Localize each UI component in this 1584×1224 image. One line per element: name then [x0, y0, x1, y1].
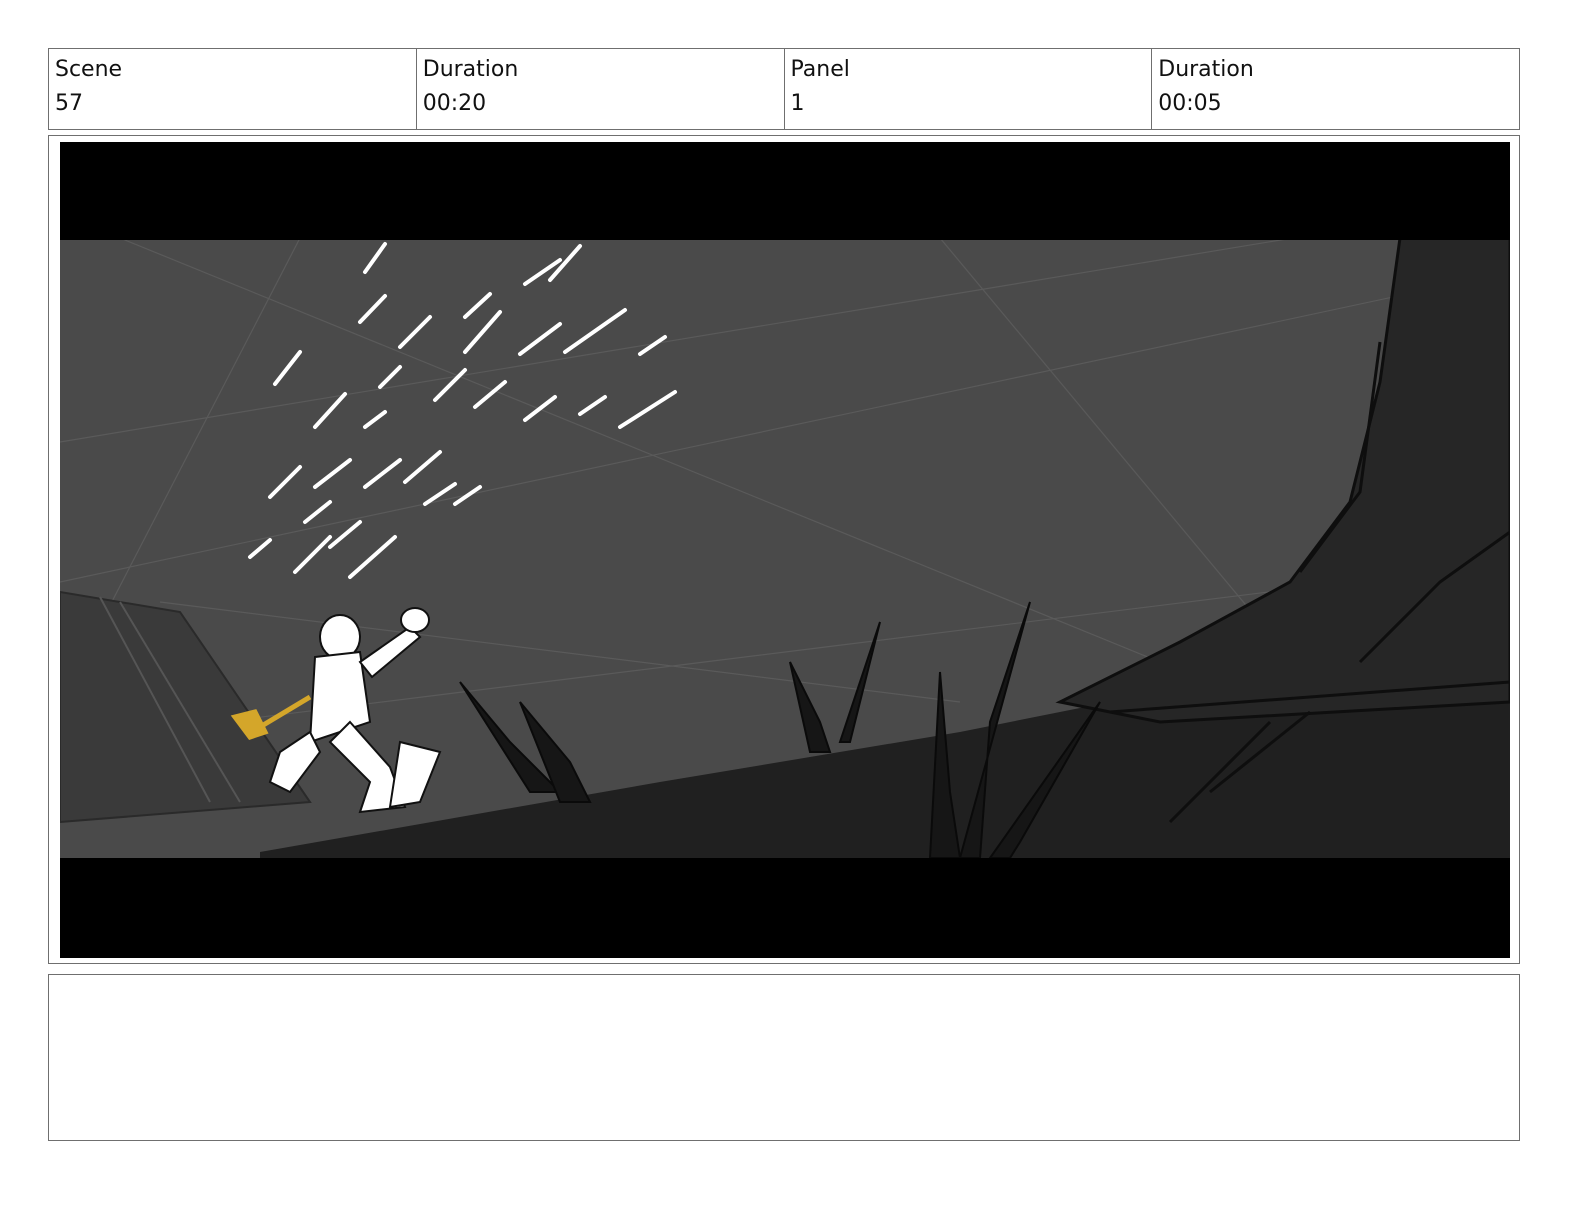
scene-duration-label: Duration	[422, 57, 519, 82]
storyboard-panel-frame	[48, 135, 1520, 964]
letterbox-top	[60, 142, 1510, 240]
panel-cell: Panel 1	[785, 49, 1153, 129]
panel-info-header: Scene 57 Duration 00:20 Panel 1 Duration…	[48, 48, 1520, 130]
panel-notes-box	[48, 974, 1520, 1141]
scene-duration-value: 00:20	[422, 91, 487, 116]
letterbox-bottom	[60, 858, 1510, 958]
panel-number: 1	[790, 91, 805, 116]
panel-duration-value: 00:05	[1158, 91, 1222, 116]
scene-duration-cell: Duration 00:20	[417, 49, 785, 129]
scene-label: Scene	[55, 57, 123, 82]
panel-label: Panel	[790, 57, 850, 82]
scene-cell: Scene 57	[49, 49, 417, 129]
scene-number: 57	[55, 91, 83, 116]
panel-duration-cell: Duration 00:05	[1152, 49, 1519, 129]
panel-duration-label: Duration	[1158, 57, 1254, 82]
storyboard-panel-image	[60, 142, 1510, 958]
